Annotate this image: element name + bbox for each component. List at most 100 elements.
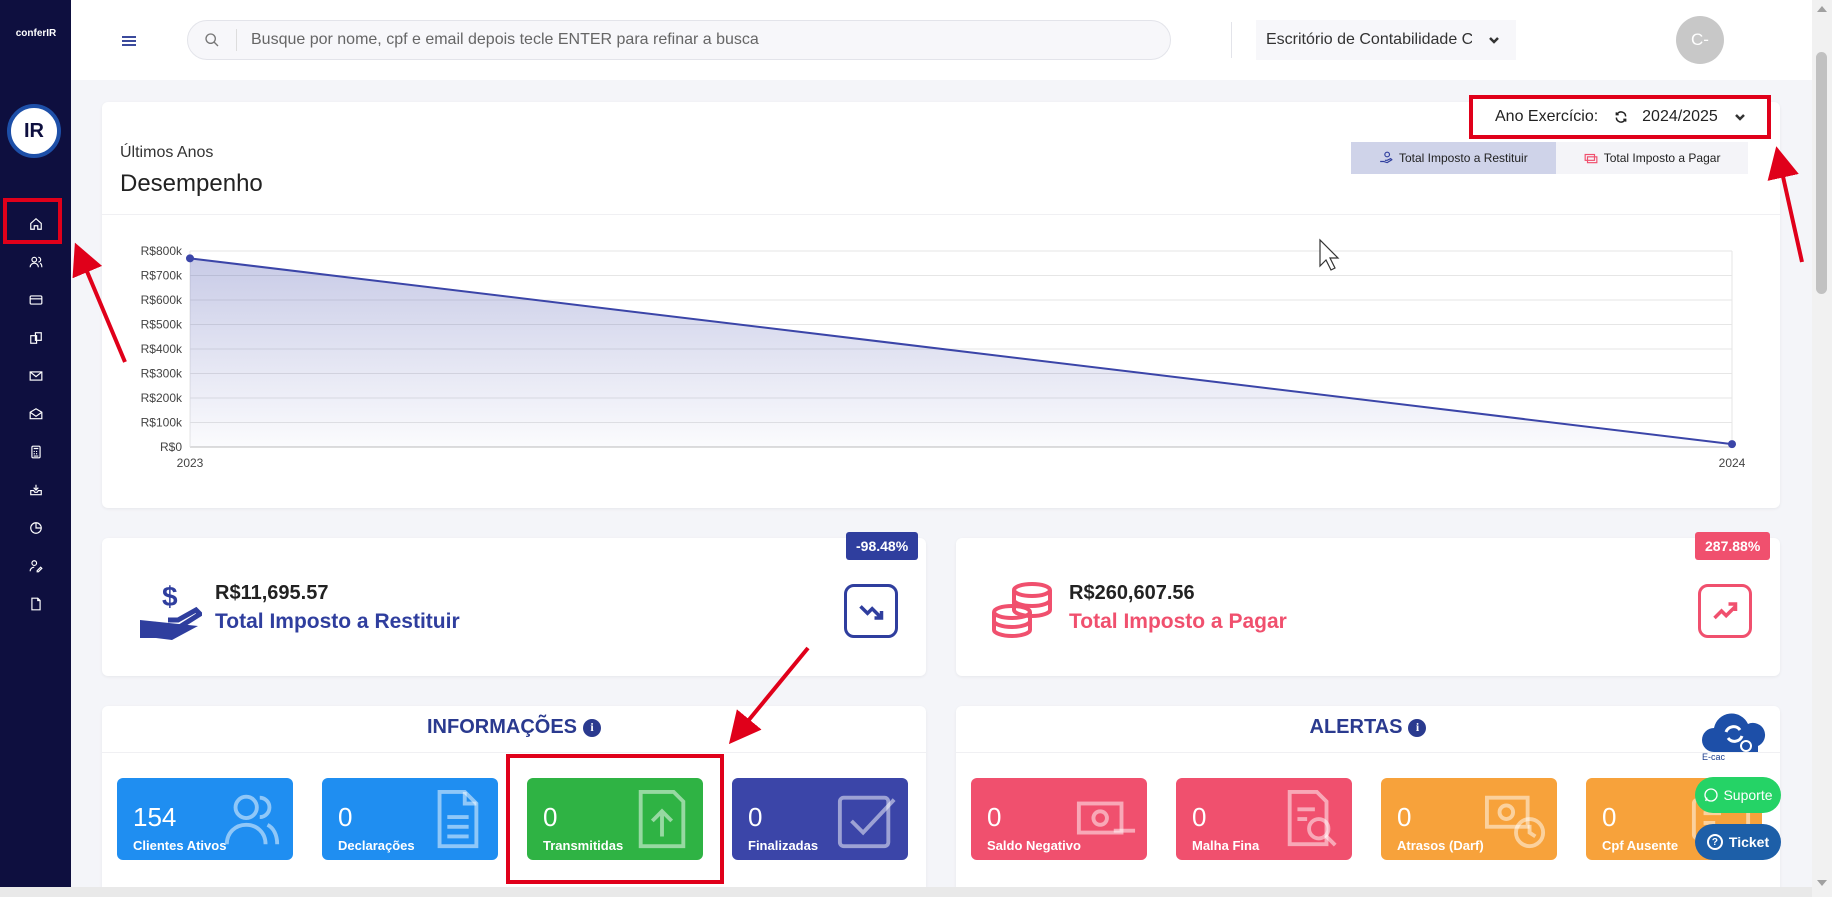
info-icon[interactable]: i <box>1408 718 1427 737</box>
chart-x-tick-label: 2023 <box>177 456 204 470</box>
scroll-up-icon[interactable] <box>1817 6 1827 12</box>
menu-toggle-icon[interactable] <box>122 36 136 48</box>
file-icon <box>30 597 41 611</box>
documents-icon <box>29 332 42 344</box>
sidebar-item-mail[interactable] <box>0 360 71 392</box>
info-icon[interactable]: i <box>583 718 601 737</box>
users-icon <box>29 256 42 268</box>
chart-data-point <box>186 254 194 263</box>
chart-y-tick-label: R$500k <box>141 318 183 332</box>
tile-malha-fina[interactable]: 0 Malha Fina <box>1176 778 1352 860</box>
sidebar-item-files[interactable] <box>0 588 71 620</box>
sidebar-item-payments[interactable] <box>0 284 71 316</box>
page-scrollbar[interactable] <box>1812 0 1832 897</box>
coins-stack-icon <box>992 582 1052 639</box>
search-bar[interactable] <box>187 20 1171 60</box>
kpi-restituir-value: R$11,695.57 <box>215 582 329 604</box>
pie-chart-icon <box>29 522 42 534</box>
chart-y-tick-label: R$300k <box>141 367 183 381</box>
office-select-value: Escritório de Contabilidade Co <box>1266 31 1472 48</box>
money-clock-icon <box>1485 795 1546 849</box>
users-icon <box>224 794 280 845</box>
year-value: 2024/2025 <box>1642 108 1718 125</box>
topbar: Escritório de Contabilidade Co C- <box>71 0 1812 80</box>
ticket-button[interactable]: ? Ticket <box>1695 824 1781 860</box>
svg-text:$: $ <box>162 581 178 612</box>
card-icon <box>29 295 42 305</box>
chevron-down-icon <box>1489 37 1499 44</box>
whatsapp-icon <box>1704 788 1719 802</box>
annotation-arrow-year <box>1767 146 1804 263</box>
toggle-restituir[interactable]: Total Imposto a Restituir <box>1351 142 1556 174</box>
suporte-button[interactable]: Suporte <box>1695 777 1781 813</box>
chart-toggle-group: Total Imposto a Restituir Total Imposto … <box>1351 142 1749 174</box>
year-label: Ano Exercício: <box>1495 108 1599 125</box>
avatar[interactable]: C- <box>1676 16 1724 64</box>
tile-clientes-ativos[interactable]: 154 Clientes Ativos <box>117 778 293 860</box>
inbox-icon <box>29 484 42 496</box>
highlight-box-home <box>3 198 62 244</box>
performance-subtitle: Últimos Anos <box>120 144 214 161</box>
scrollbar-thumb[interactable] <box>1816 52 1827 294</box>
sidebar-item-inbox[interactable] <box>0 474 71 506</box>
horizontal-scrollbar <box>0 887 1812 897</box>
informacoes-title: INFORMAÇÕES i <box>102 716 926 739</box>
mail-open-icon <box>29 408 42 420</box>
brand-logo-small: conferIR <box>15 28 57 39</box>
calculator-icon <box>30 445 41 459</box>
sidebar-item-messages[interactable] <box>0 398 71 430</box>
highlight-box-transmitidas <box>506 754 724 884</box>
kpi-pagar-badge: 287.88% <box>1695 532 1771 560</box>
chart-x-tick-label: 2024 <box>1719 456 1746 470</box>
search-icon <box>205 33 219 47</box>
kpi-pagar-value: R$260,607.56 <box>1069 582 1195 604</box>
performance-title: Desempenho <box>120 170 263 197</box>
cloud-sync-icon <box>1702 713 1766 752</box>
kpi-pagar-label: Total Imposto a Pagar <box>1069 610 1287 633</box>
user-edit-icon <box>29 560 43 573</box>
brand-logo[interactable]: IR <box>7 104 61 158</box>
sidebar-item-calculator[interactable] <box>0 436 71 468</box>
trend-down-icon <box>844 584 898 638</box>
chart-y-tick-label: R$0 <box>160 440 182 454</box>
kpi-restituir-card: $ R$11,695.57 Total Imposto a Restituir <box>102 538 926 676</box>
money-icon <box>1584 153 1598 164</box>
sidebar-item-clients[interactable] <box>0 246 71 278</box>
sidebar: conferIR IR <box>0 0 71 897</box>
tile-declaracoes[interactable]: 0 Declarações <box>322 778 498 860</box>
sidebar-item-reports[interactable] <box>0 512 71 544</box>
tile-finalizadas[interactable]: 0 Finalizadas <box>732 778 908 860</box>
document-search-icon <box>1287 789 1337 847</box>
kpi-restituir-label: Total Imposto a Restituir <box>215 610 460 633</box>
topbar-divider <box>1231 22 1232 58</box>
tile-saldo-negativo[interactable]: 0 Saldo Negativo <box>971 778 1147 860</box>
alertas-section: ALERTAS i 0 Saldo Negativo 0 Malha Fina 0… <box>956 706 1780 897</box>
hand-coin-icon <box>1380 151 1393 164</box>
search-input[interactable] <box>251 31 1131 49</box>
year-select[interactable]: Ano Exercício: 2024/2025 <box>1469 95 1771 139</box>
chevron-down-icon <box>1734 114 1745 121</box>
area-chart: R$0 R$100k R$200k R$300k R$400k R$500k R$600k R… <box>141 244 1746 470</box>
scroll-down-icon[interactable] <box>1817 880 1827 886</box>
refresh-icon[interactable] <box>1614 110 1628 124</box>
alertas-title: ALERTAS i <box>956 716 1780 739</box>
office-select[interactable]: Escritório de Contabilidade Co <box>1256 20 1516 60</box>
chart-y-tick-label: R$600k <box>141 293 183 307</box>
chart-y-tick-label: R$700k <box>141 269 183 283</box>
chart-y-tick-label: R$100k <box>141 416 183 430</box>
money-minus-icon <box>1076 801 1136 835</box>
tile-atrasos-darf[interactable]: 0 Atrasos (Darf) <box>1381 778 1557 860</box>
mail-icon <box>29 371 42 381</box>
ecac-button[interactable]: E-cac <box>1700 712 1766 764</box>
help-icon: ? <box>1706 834 1723 850</box>
performance-chart: R$0 R$100k R$200k R$300k R$400k R$500k R$600k R… <box>102 232 1780 482</box>
toggle-pagar[interactable]: Total Imposto a Pagar <box>1555 142 1749 174</box>
document-icon <box>437 789 479 849</box>
chart-y-tick-label: R$400k <box>141 342 183 356</box>
check-square-icon <box>837 795 896 849</box>
sidebar-item-declarations[interactable] <box>0 322 71 354</box>
chart-data-point <box>1728 440 1736 449</box>
chart-y-tick-label: R$200k <box>141 391 183 405</box>
sidebar-item-user-edit[interactable] <box>0 550 71 582</box>
kpi-pagar-card: R$260,607.56 Total Imposto a Pagar <box>956 538 1780 676</box>
